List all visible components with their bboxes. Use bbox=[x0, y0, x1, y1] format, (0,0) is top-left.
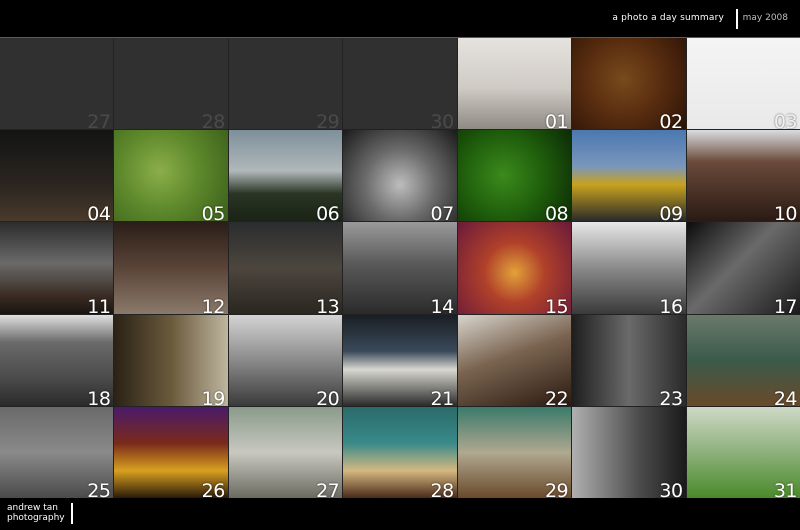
day-number: 08 bbox=[544, 203, 569, 222]
photo-tile[interactable]: 30 bbox=[572, 406, 686, 498]
day-number: 01 bbox=[544, 111, 569, 130]
photo-tile[interactable]: 07 bbox=[343, 130, 457, 222]
day-number: 04 bbox=[87, 203, 111, 222]
day-number: 21 bbox=[430, 387, 455, 406]
day-number: 29 bbox=[316, 111, 340, 130]
day-number: 30 bbox=[659, 479, 683, 498]
photo-tile[interactable]: 29 bbox=[457, 406, 572, 498]
photo-tile[interactable]: 27 bbox=[228, 406, 343, 498]
day-number: 11 bbox=[87, 295, 111, 314]
photo-tile[interactable]: 14 bbox=[343, 222, 457, 314]
photo-tile[interactable]: 24 bbox=[686, 314, 800, 406]
photo-tile[interactable]: 08 bbox=[457, 130, 572, 222]
day-number: 24 bbox=[773, 387, 798, 406]
day-number: 07 bbox=[430, 203, 455, 222]
photo-tile[interactable]: 19 bbox=[114, 314, 228, 406]
day-number: 12 bbox=[201, 295, 226, 314]
empty-day-tile: 28 bbox=[114, 38, 228, 130]
day-number: 13 bbox=[316, 295, 340, 314]
footer-name: andrew tan bbox=[7, 503, 58, 513]
day-number: 14 bbox=[430, 295, 455, 314]
header-date: may 2008 bbox=[742, 13, 788, 23]
day-number: 30 bbox=[430, 111, 455, 130]
header-divider bbox=[736, 9, 738, 29]
day-number: 28 bbox=[201, 111, 226, 130]
photo-tile[interactable]: 15 bbox=[457, 222, 572, 314]
photo-tile[interactable]: 03 bbox=[686, 38, 800, 130]
footer-divider bbox=[71, 503, 73, 524]
empty-day-tile: 29 bbox=[228, 38, 343, 130]
day-number: 18 bbox=[87, 387, 111, 406]
header-title: a photo a day summary bbox=[612, 13, 724, 23]
photo-tile[interactable]: 10 bbox=[686, 130, 800, 222]
day-number: 02 bbox=[659, 111, 683, 130]
day-number: 31 bbox=[773, 479, 798, 498]
footer-subtitle: photography bbox=[7, 513, 65, 523]
day-number: 29 bbox=[544, 479, 569, 498]
photo-tile[interactable]: 25 bbox=[0, 406, 114, 498]
day-number: 10 bbox=[773, 203, 798, 222]
photo-tile[interactable]: 22 bbox=[457, 314, 572, 406]
day-number: 17 bbox=[773, 295, 798, 314]
photo-tile[interactable]: 26 bbox=[114, 406, 228, 498]
day-number: 26 bbox=[201, 479, 226, 498]
day-number: 19 bbox=[201, 387, 226, 406]
day-number: 25 bbox=[87, 479, 111, 498]
day-number: 03 bbox=[773, 111, 798, 130]
photo-tile[interactable]: 16 bbox=[572, 222, 686, 314]
photo-tile[interactable]: 09 bbox=[572, 130, 686, 222]
photo-tile[interactable]: 20 bbox=[228, 314, 343, 406]
photo-tile[interactable]: 11 bbox=[0, 222, 114, 314]
footer-bar bbox=[0, 498, 800, 530]
photo-tile[interactable]: 06 bbox=[228, 130, 343, 222]
photo-tile[interactable]: 02 bbox=[572, 38, 686, 130]
photo-tile[interactable]: 13 bbox=[228, 222, 343, 314]
day-number: 06 bbox=[316, 203, 340, 222]
day-number: 27 bbox=[316, 479, 340, 498]
photo-calendar-grid: 27 28 29 30 01 02 03 04 05 06 07 08 09 10 11 12 13 14 15 16… bbox=[0, 38, 800, 498]
empty-day-tile: 27 bbox=[0, 38, 114, 130]
day-number: 20 bbox=[316, 387, 340, 406]
photo-tile[interactable]: 31 bbox=[686, 406, 800, 498]
day-number: 28 bbox=[430, 479, 455, 498]
day-number: 27 bbox=[87, 111, 111, 130]
day-number: 05 bbox=[201, 203, 226, 222]
photo-tile[interactable]: 01 bbox=[457, 38, 572, 130]
photo-tile[interactable]: 17 bbox=[686, 222, 800, 314]
day-number: 09 bbox=[659, 203, 683, 222]
photo-tile[interactable]: 18 bbox=[0, 314, 114, 406]
photo-tile[interactable]: 04 bbox=[0, 130, 114, 222]
photo-tile[interactable]: 12 bbox=[114, 222, 228, 314]
empty-day-tile: 30 bbox=[343, 38, 457, 130]
day-number: 16 bbox=[659, 295, 683, 314]
photo-tile[interactable]: 28 bbox=[343, 406, 457, 498]
photo-tile[interactable]: 05 bbox=[114, 130, 228, 222]
day-number: 15 bbox=[544, 295, 569, 314]
photo-tile[interactable]: 23 bbox=[572, 314, 686, 406]
day-number: 22 bbox=[544, 387, 569, 406]
photo-tile[interactable]: 21 bbox=[343, 314, 457, 406]
day-number: 23 bbox=[659, 387, 683, 406]
